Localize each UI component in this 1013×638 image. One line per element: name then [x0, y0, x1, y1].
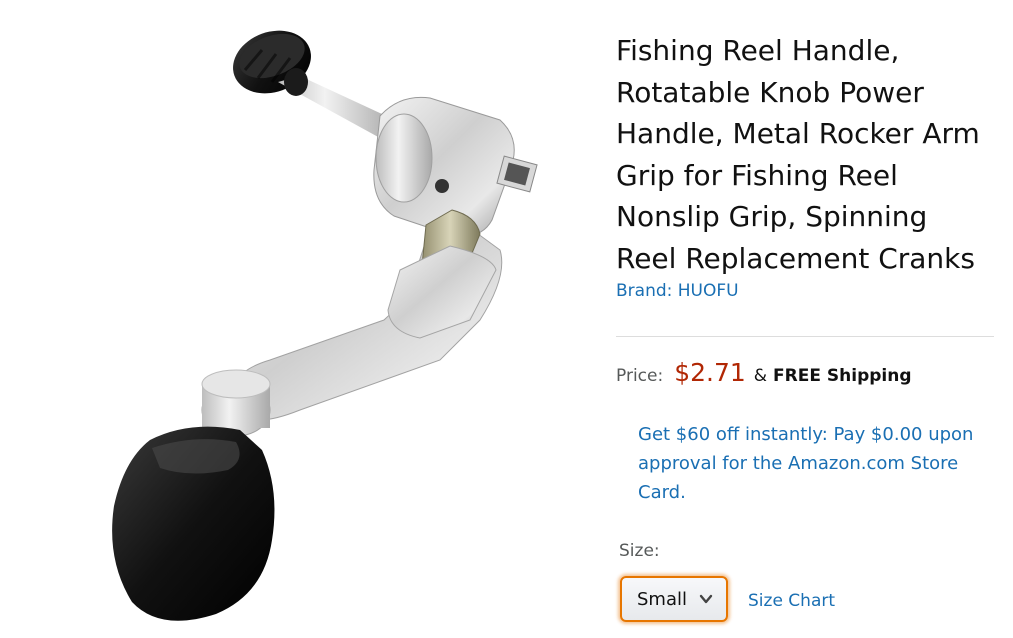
product-title: Fishing Reel Handle, Rotatable Knob Powe… [616, 34, 980, 275]
grip-post [201, 369, 271, 437]
large-grip-knob [112, 426, 275, 621]
chevron-down-icon [699, 594, 713, 604]
size-chart-link[interactable]: Size Chart [748, 591, 835, 611]
brand-link[interactable]: Brand: HUOFU [616, 281, 739, 301]
product-info: Fishing Reel Handle, Rotatable Knob Powe… [616, 30, 996, 301]
price-row: Price: $2.71 & FREE Shipping [616, 358, 912, 387]
store-card-promo-link[interactable]: Get $60 off instantly: Pay $0.00 upon ap… [638, 420, 978, 507]
product-detail-page: Fishing Reel Handle, Rotatable Knob Powe… [0, 0, 1013, 638]
section-divider [616, 336, 994, 337]
price-label: Price: [616, 366, 664, 386]
size-label: Size: [619, 541, 660, 561]
free-shipping-label: FREE Shipping [773, 366, 912, 386]
product-image[interactable] [40, 20, 580, 630]
size-selected-value: Small [637, 588, 687, 610]
size-dropdown[interactable]: Small [620, 576, 728, 622]
price-value: $2.71 [674, 358, 746, 387]
price-ampersand: & [753, 366, 768, 386]
handle-arm [229, 209, 503, 421]
